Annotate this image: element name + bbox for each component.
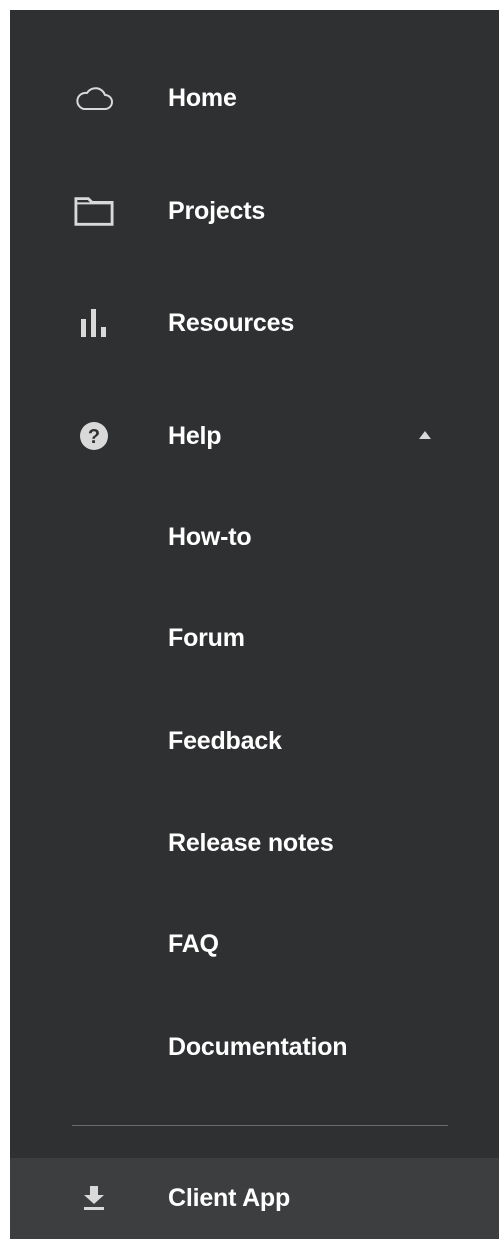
sidebar-item-help-label: Help [168, 422, 222, 450]
help-subitem-how-to[interactable]: How-to [10, 507, 499, 567]
help-subitem-label: FAQ [168, 930, 219, 958]
help-subitem-faq[interactable]: FAQ [10, 914, 499, 974]
sidebar-item-home[interactable]: Home [10, 68, 499, 128]
svg-text:?: ? [88, 426, 100, 448]
help-subitem-feedback[interactable]: Feedback [10, 711, 499, 771]
bar-chart-icon [74, 307, 114, 339]
help-subitem-label: Documentation [168, 1033, 348, 1061]
sidebar-item-projects-label: Projects [168, 197, 266, 225]
sidebar-item-resources[interactable]: Resources [10, 293, 499, 353]
sidebar-item-help[interactable]: ? Help [10, 406, 499, 466]
help-subitem-label: Release notes [168, 829, 334, 857]
client-app-button[interactable]: Client App [10, 1158, 499, 1239]
help-subitem-documentation[interactable]: Documentation [10, 1017, 499, 1077]
client-app-label: Client App [168, 1184, 291, 1212]
help-subitem-label: How-to [168, 523, 252, 551]
help-subitem-forum[interactable]: Forum [10, 608, 499, 668]
help-icon: ? [74, 420, 114, 452]
help-subitem-label: Forum [168, 624, 245, 652]
sidebar-item-resources-label: Resources [168, 309, 295, 337]
help-subitem-release-notes[interactable]: Release notes [10, 813, 499, 873]
cloud-icon [74, 82, 114, 114]
download-icon [74, 1182, 114, 1214]
caret-up-icon[interactable] [416, 428, 434, 442]
sidebar-nav: Home Projects Resources ? Help How-to Fo… [10, 10, 499, 1239]
sidebar-item-home-label: Home [168, 84, 237, 112]
sidebar-item-projects[interactable]: Projects [10, 181, 499, 241]
help-subitem-label: Feedback [168, 727, 282, 755]
sidebar-divider [72, 1125, 448, 1126]
folder-icon [74, 195, 114, 227]
